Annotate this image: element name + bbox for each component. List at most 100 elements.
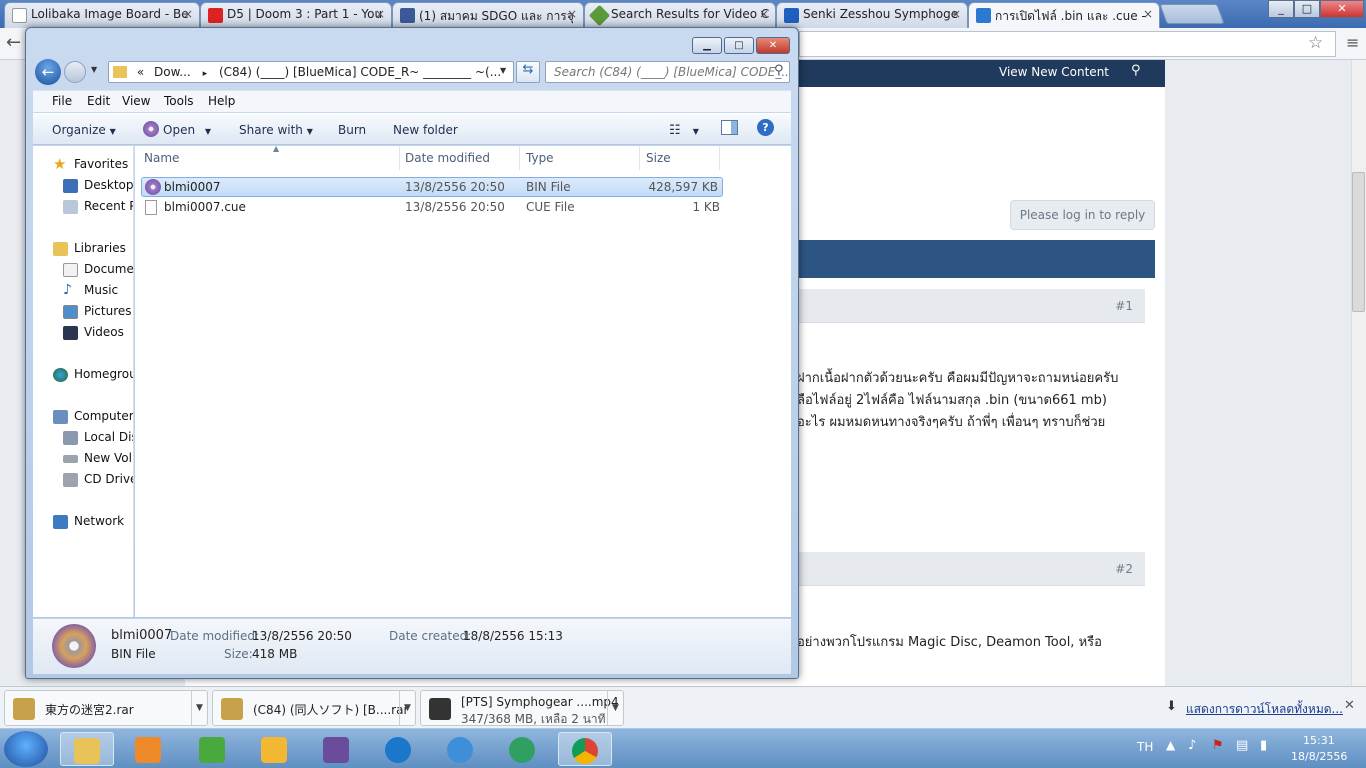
download-item[interactable]: (C84) (同人ソフト) [B....rar ▼ [212, 690, 416, 726]
nav-homegroup[interactable]: Homegrou [53, 367, 133, 385]
column-divider[interactable] [399, 146, 400, 170]
taskbar-game[interactable] [496, 732, 550, 766]
taskbar-tools[interactable] [248, 732, 302, 766]
maximize-button[interactable]: □ [724, 37, 754, 54]
help-icon[interactable]: ? [757, 119, 774, 136]
tab-active-forum[interactable]: การเปิดไฟล์ .bin และ .cue - × [968, 2, 1160, 28]
nav-pictures[interactable]: Pictures [63, 304, 132, 322]
nav-libraries[interactable]: Libraries [53, 241, 126, 259]
close-icon[interactable]: × [567, 7, 577, 21]
star-icon[interactable]: ☆ [1308, 33, 1323, 53]
search-icon[interactable]: ⚲ [774, 63, 784, 78]
start-button[interactable] [4, 731, 48, 767]
taskbar-explorer[interactable] [60, 732, 114, 766]
breadcrumb-separator[interactable]: ▸ [203, 69, 208, 79]
battery-icon[interactable]: ▮ [1260, 738, 1267, 753]
menu-file[interactable]: File [52, 94, 72, 108]
clock-date[interactable]: 18/8/2556 [1291, 750, 1347, 763]
close-button[interactable]: ✕ [1320, 0, 1364, 18]
breadcrumb-prefix[interactable]: « [137, 65, 144, 79]
chevron-down-icon[interactable]: ▼ [191, 691, 207, 725]
close-icon[interactable]: × [375, 7, 385, 21]
search-input[interactable]: Search (C84) (____) [BlueMica] CODE_... [545, 61, 790, 83]
column-divider[interactable] [519, 146, 520, 170]
menu-view[interactable]: View [122, 94, 150, 108]
file-row[interactable]: blmi0007.cue 13/8/2556 20:50 CUE File 1 … [141, 198, 723, 218]
tab-lolibaka[interactable]: Lolibaka Image Board - Be × [4, 2, 200, 28]
minimize-button[interactable]: ▁ [692, 37, 722, 54]
menu-help[interactable]: Help [208, 94, 235, 108]
view-new-content-link[interactable]: View New Content [999, 65, 1109, 79]
back-icon[interactable]: ← [35, 59, 61, 85]
taskbar-app-blue[interactable] [372, 732, 426, 766]
new-folder-button[interactable]: New folder [393, 123, 458, 137]
close-icon[interactable]: × [951, 7, 961, 21]
scrollbar-thumb[interactable] [1352, 172, 1365, 312]
nav-recent-places[interactable]: Recent Pl [63, 199, 133, 217]
minimize-button[interactable]: _ [1268, 0, 1294, 18]
view-options-icon[interactable]: ☷ ▼ [669, 123, 699, 138]
close-icon[interactable]: × [183, 7, 193, 21]
taskbar-chrome[interactable] [558, 732, 612, 766]
address-dropdown-icon[interactable]: ▼ [500, 66, 506, 75]
nav-desktop[interactable]: Desktop [63, 178, 133, 196]
breadcrumb-segment[interactable]: (C84) (____) [BlueMica] CODE_R~ ________… [219, 65, 501, 79]
maximize-button[interactable]: □ [1294, 0, 1320, 18]
location-icon[interactable]: ⚲ [1131, 63, 1141, 78]
taskbar-search-app[interactable] [434, 732, 488, 766]
burn-button[interactable]: Burn [338, 123, 366, 137]
chevron-down-icon[interactable]: ▼ [91, 65, 97, 74]
nav-new-volume[interactable]: New Volu [63, 451, 133, 469]
volume-icon[interactable]: ♪ [1188, 738, 1196, 753]
page-scrollbar[interactable] [1351, 60, 1366, 686]
nav-videos[interactable]: Videos [63, 325, 124, 343]
download-item[interactable]: 東方の迷宮2.rar ▼ [4, 690, 208, 726]
tray-chevron-icon[interactable]: ▲ [1166, 738, 1175, 752]
new-tab-button[interactable] [1159, 4, 1225, 24]
column-header-size[interactable]: Size [646, 151, 671, 165]
column-header-date[interactable]: Date modified [405, 151, 490, 165]
network-tray-icon[interactable]: ▤ [1236, 738, 1248, 753]
nav-network[interactable]: Network [53, 514, 124, 532]
forward-icon[interactable] [64, 61, 86, 83]
post-number[interactable]: #2 [1115, 562, 1133, 576]
organize-button[interactable]: Organize ▼ [52, 123, 116, 137]
open-button[interactable]: Open ▼ [163, 123, 211, 137]
tab-facebook[interactable]: (1) สมาคม SDGO และ การจุ × [392, 2, 584, 28]
clock-time[interactable]: 15:31 [1303, 734, 1335, 747]
menu-tools[interactable]: Tools [164, 94, 194, 108]
chevron-down-icon[interactable]: ▼ [607, 691, 623, 725]
nav-favorites[interactable]: ★ Favorites [53, 155, 128, 175]
refresh-icon[interactable]: ⇆ [516, 61, 540, 83]
back-icon[interactable]: ← [6, 32, 21, 53]
login-to-reply-button[interactable]: Please log in to reply [1010, 200, 1155, 230]
column-divider[interactable] [719, 146, 720, 170]
tab-youtube[interactable]: D5 | Doom 3 : Part 1 - You × [200, 2, 392, 28]
nav-documents[interactable]: Documer [63, 262, 133, 280]
omnibox[interactable] [799, 31, 1336, 57]
show-all-downloads-link[interactable]: แสดงการดาวน์โหลดทั้งหมด... [1186, 700, 1343, 719]
nav-music[interactable]: ♪ Music [63, 282, 118, 301]
column-header-type[interactable]: Type [526, 151, 554, 165]
taskbar-media-player[interactable] [122, 732, 176, 766]
menu-edit[interactable]: Edit [87, 94, 110, 108]
close-button[interactable]: ✕ [756, 37, 790, 54]
close-icon[interactable]: × [1143, 7, 1153, 21]
language-indicator[interactable]: TH [1137, 740, 1153, 754]
chevron-down-icon[interactable]: ▼ [399, 691, 415, 725]
close-icon[interactable]: × [759, 7, 769, 21]
nav-local-disk[interactable]: Local Disl [63, 430, 133, 448]
breadcrumb-segment[interactable]: Dow... [154, 65, 191, 79]
share-with-button[interactable]: Share with ▼ [239, 123, 313, 137]
column-header-name[interactable]: Name [144, 151, 179, 165]
column-divider[interactable] [639, 146, 640, 170]
taskbar-hao123[interactable] [186, 732, 240, 766]
tab-search-results[interactable]: Search Results for Video C × [584, 2, 776, 28]
menu-icon[interactable]: ≡ [1346, 33, 1359, 52]
taskbar-visual-studio[interactable] [310, 732, 364, 766]
download-item-in-progress[interactable]: [PTS] Symphogear ....mp4 347/368 MB, เหล… [420, 690, 624, 726]
nav-cd-drive[interactable]: CD Drive [63, 472, 133, 490]
post-number[interactable]: #1 [1115, 299, 1133, 313]
tab-senki[interactable]: Senki Zesshou Symphoge × [776, 2, 968, 28]
action-center-icon[interactable]: ⚑ [1212, 738, 1224, 753]
